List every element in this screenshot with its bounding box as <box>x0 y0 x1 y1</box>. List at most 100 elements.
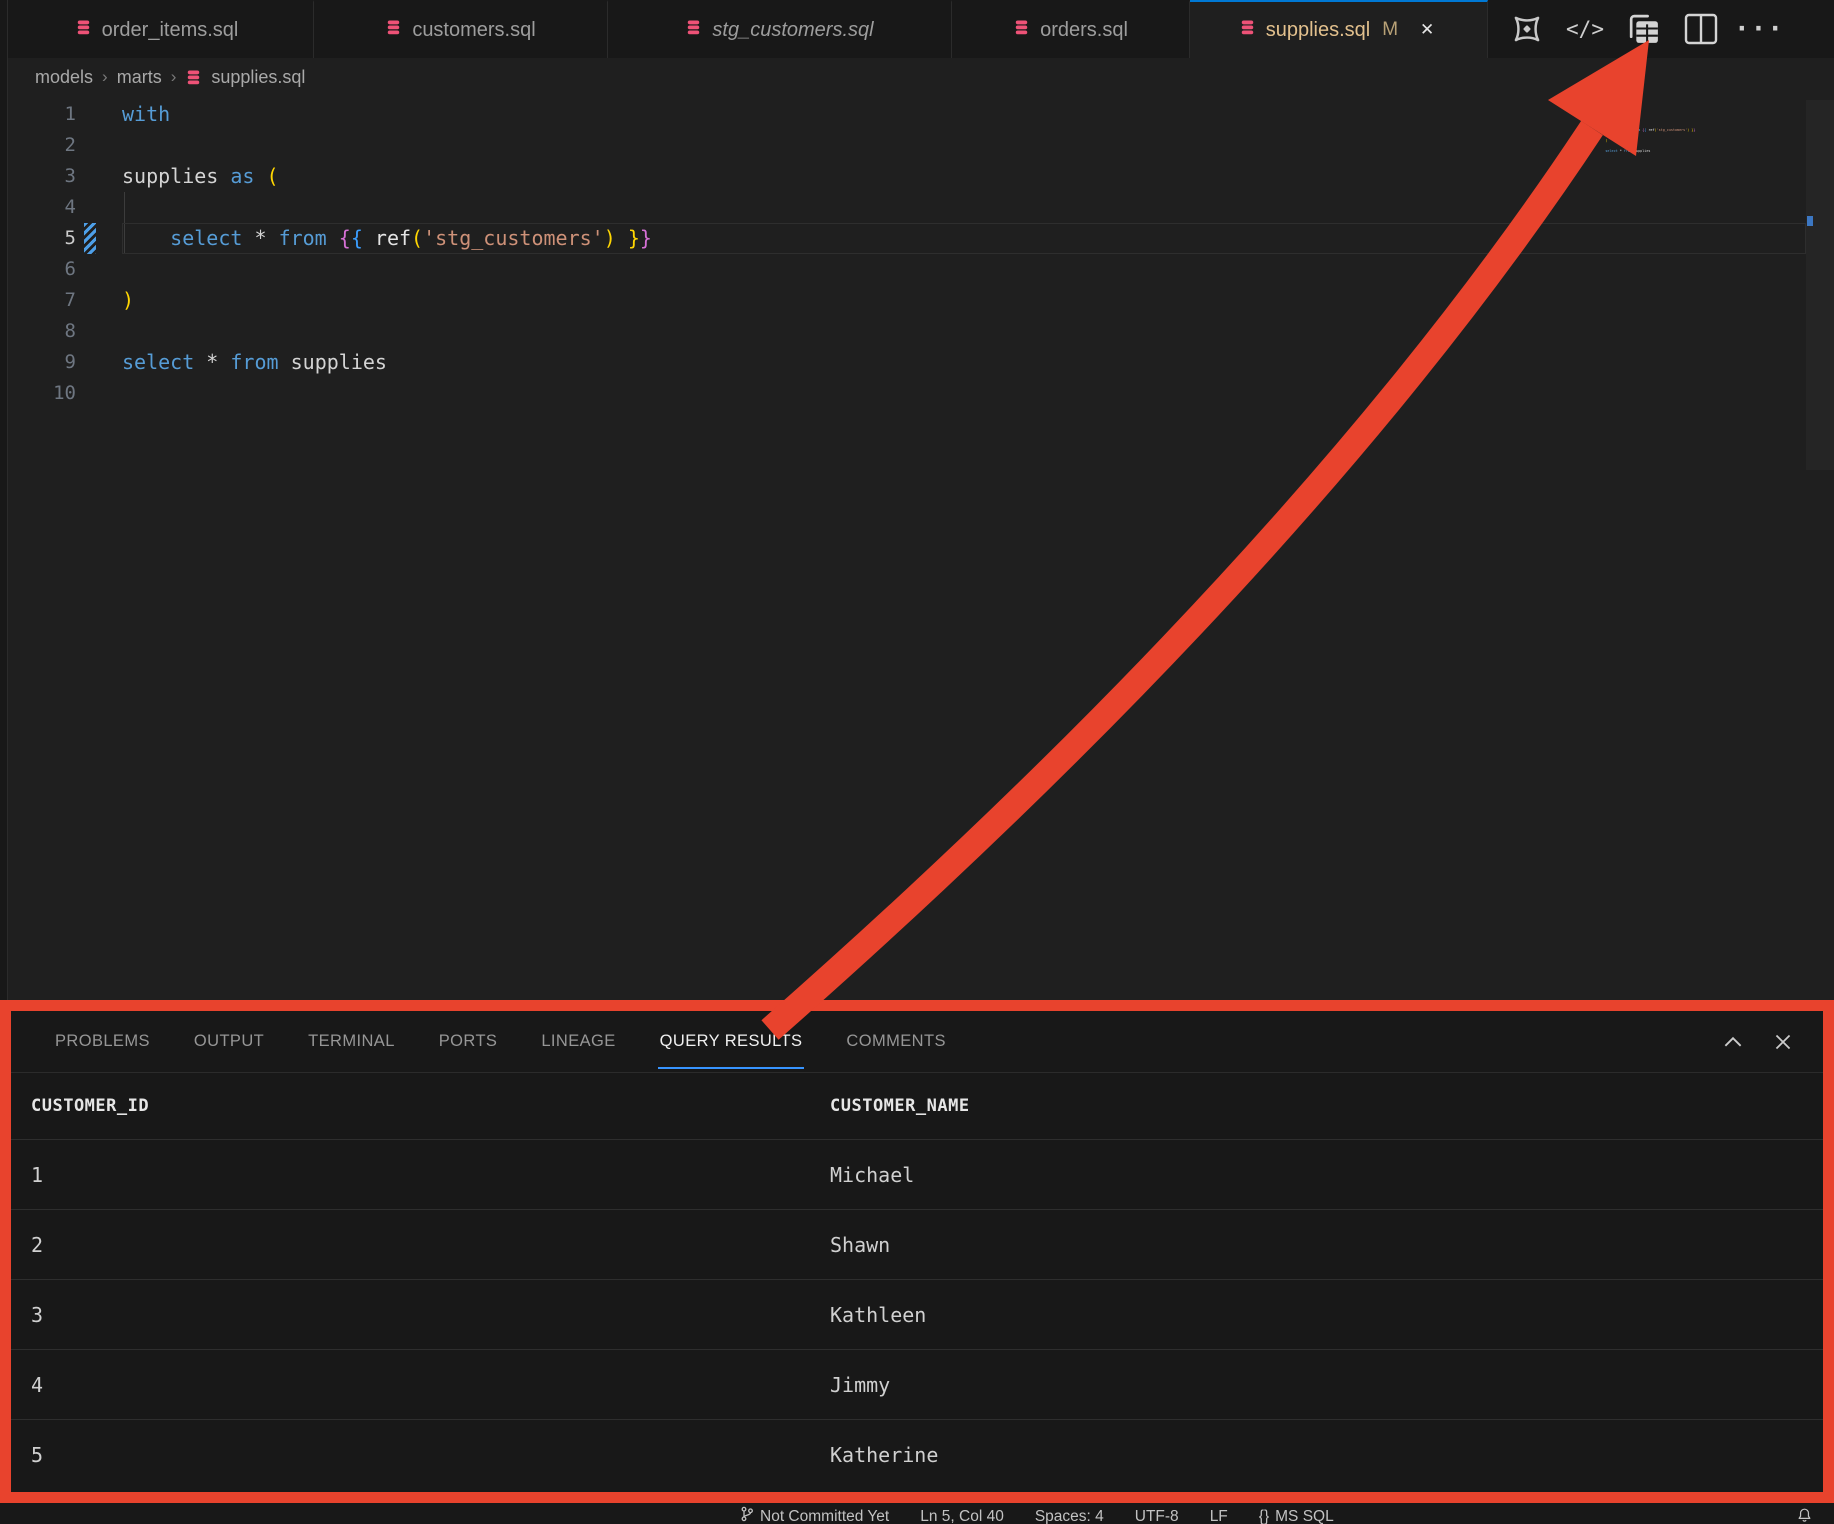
tab-label: supplies.sql <box>1266 19 1371 42</box>
status-item-lf[interactable]: LF <box>1210 1506 1228 1524</box>
code-line-9: 9select * from supplies <box>8 347 1834 378</box>
breadcrumb-separator: › <box>102 67 108 87</box>
panel-tab-output[interactable]: OUTPUT <box>192 1014 266 1069</box>
line-number: 4 <box>8 192 76 223</box>
gutter <box>84 316 96 347</box>
table-row: 3Kathleen <box>11 1279 1823 1349</box>
gutter <box>84 192 96 223</box>
code-editor[interactable]: 1with23supplies as (45 select * from {{ … <box>8 96 1834 1000</box>
table-cell: 2 <box>11 1233 810 1257</box>
code-icon[interactable]: </> <box>1560 0 1610 58</box>
code-line-5: 5 select * from {{ ref('stg_customers') … <box>8 223 1834 254</box>
panel-tab-lineage[interactable]: LINEAGE <box>539 1014 617 1069</box>
gutter <box>1599 153 1601 158</box>
panel-tab-query-results[interactable]: QUERY RESULTS <box>658 1014 805 1069</box>
status-item-ms-sql[interactable]: {} MS SQL <box>1259 1506 1334 1524</box>
breadcrumb-separator: › <box>171 67 177 87</box>
tab-customers.sql[interactable]: customers.sql <box>314 0 608 58</box>
code-text: select * from supplies <box>122 347 387 378</box>
tab-supplies.sql[interactable]: supplies.sql M ✕ <box>1190 0 1488 58</box>
gutter <box>84 99 96 130</box>
tab-orders.sql[interactable]: orders.sql <box>952 0 1190 58</box>
gutter <box>84 347 96 378</box>
line-number: 10 <box>8 378 76 409</box>
split-editor-icon[interactable] <box>1676 0 1726 58</box>
editor-scrollbar[interactable] <box>1806 100 1834 470</box>
code-line-8: 8 <box>8 316 1834 347</box>
gutter <box>84 161 96 192</box>
code-text: ) <box>1605 138 1607 143</box>
status-label: Spaces: 4 <box>1035 1508 1104 1524</box>
code-text: ) <box>122 285 134 316</box>
panel-header: PROBLEMS OUTPUT TERMINAL PORTS LINEAGE QUERY … <box>11 1011 1823 1073</box>
table-cell: 1 <box>11 1163 810 1187</box>
status-item-not-committed-yet[interactable]: Not Committed Yet <box>740 1506 889 1524</box>
line-number: 1 <box>8 99 76 130</box>
status-item-ln-5-col-40[interactable]: Ln 5, Col 40 <box>920 1506 1004 1524</box>
tab-label: stg_customers.sql <box>712 19 873 42</box>
panel-tab-problems[interactable]: PROBLEMS <box>53 1014 152 1069</box>
overview-ruler-modified-marker <box>1807 216 1813 226</box>
close-tab-icon[interactable]: ✕ <box>1416 18 1438 42</box>
close-icon[interactable] <box>1771 1030 1795 1054</box>
bell-icon[interactable] <box>1797 1507 1812 1523</box>
braces-icon: {} <box>1259 1508 1269 1524</box>
table-cell: 4 <box>11 1373 810 1397</box>
gutter <box>84 130 96 161</box>
panel-tabs: PROBLEMS OUTPUT TERMINAL PORTS LINEAGE QUERY … <box>53 1014 988 1069</box>
git-modified-marker <box>84 223 96 254</box>
code-text: with <box>122 99 170 130</box>
code-line-7: 7) <box>8 285 1834 316</box>
database-icon <box>685 19 702 42</box>
database-icon <box>185 69 202 86</box>
dbt-icon[interactable] <box>1502 0 1552 58</box>
query-results-table: CUSTOMER_IDCUSTOMER_NAME 1Michael 2Shawn 3… <box>11 1073 1823 1489</box>
line-number: 6 <box>8 254 76 285</box>
status-item-spaces-4[interactable]: Spaces: 4 <box>1035 1506 1104 1524</box>
table-cell: Kathleen <box>810 1303 1823 1327</box>
breadcrumb-segment-models[interactable]: models <box>35 67 93 88</box>
minimap[interactable]: 1with23supplies as (45 select * from {{ … <box>1586 106 1801 206</box>
query-results-icon[interactable] <box>1618 0 1668 58</box>
code-lines: 1with23supplies as (45 select * from {{ … <box>1586 106 1623 159</box>
status-label: Not Committed Yet <box>760 1508 889 1524</box>
tab-order_items.sql[interactable]: order_items.sql <box>0 0 314 58</box>
more-actions-icon[interactable]: ··· <box>1734 0 1784 58</box>
table-row: 4Jimmy <box>11 1349 1823 1419</box>
code-text: with <box>1605 106 1613 111</box>
indent-guide <box>124 192 125 254</box>
tab-stg_customers.sql[interactable]: stg_customers.sql <box>608 0 952 58</box>
status-label: UTF-8 <box>1135 1508 1179 1524</box>
editor-actions: </> ··· <box>1502 0 1784 58</box>
modified-badge: M <box>1382 19 1398 41</box>
line-number: 8 <box>8 316 76 347</box>
line-number: 5 <box>8 223 76 254</box>
breadcrumb-file[interactable]: supplies.sql <box>211 67 305 88</box>
results-table-header: CUSTOMER_IDCUSTOMER_NAME <box>11 1073 1823 1139</box>
column-header-customer_id: CUSTOMER_ID <box>11 1096 810 1116</box>
table-cell: Katherine <box>810 1443 1823 1467</box>
code-line-4: 4 <box>8 192 1834 223</box>
panel-actions <box>1721 1011 1795 1073</box>
editor-tab-bar: order_items.sqlcustomers.sql stg_customer… <box>0 0 1834 58</box>
code-text: supplies as ( <box>122 161 279 192</box>
breadcrumb-segment-marts[interactable]: marts <box>117 67 162 88</box>
code-line-6: 6 <box>8 254 1834 285</box>
table-cell: Shawn <box>810 1233 1823 1257</box>
code-line-10: 10 <box>1586 153 1623 158</box>
table-row: 1Michael <box>11 1139 1823 1209</box>
status-item-utf-8[interactable]: UTF-8 <box>1135 1506 1179 1524</box>
panel-tab-comments[interactable]: COMMENTS <box>844 1014 947 1069</box>
panel-tab-terminal[interactable]: TERMINAL <box>306 1014 397 1069</box>
breadcrumb: models › marts › supplies.sql <box>8 58 1834 96</box>
gutter <box>84 378 96 409</box>
database-icon <box>1239 19 1256 42</box>
tabs-wrap: order_items.sqlcustomers.sql stg_customer… <box>0 0 1488 58</box>
panel-tab-ports[interactable]: PORTS <box>437 1014 500 1069</box>
code-line-10: 10 <box>8 378 1834 409</box>
chevron-up-icon[interactable] <box>1721 1030 1745 1054</box>
tab-label: orders.sql <box>1040 19 1128 42</box>
table-cell: Jimmy <box>810 1373 1823 1397</box>
status-label: MS SQL <box>1275 1508 1334 1524</box>
git-branch-icon <box>740 1506 754 1524</box>
